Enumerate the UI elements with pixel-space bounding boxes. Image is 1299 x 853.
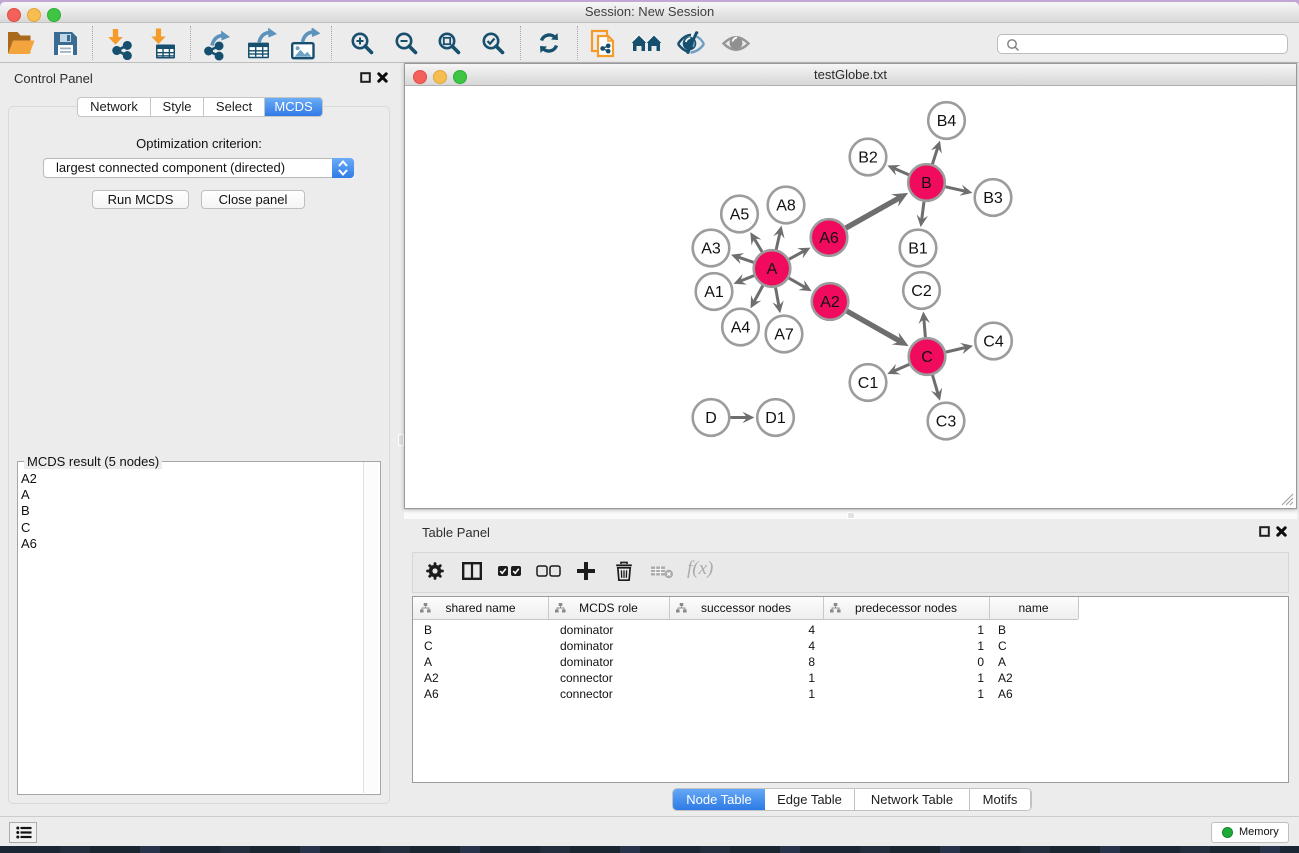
svg-text:C4: C4 bbox=[983, 334, 1004, 351]
svg-text:A4: A4 bbox=[731, 320, 751, 337]
svg-text:A1: A1 bbox=[704, 284, 724, 301]
svg-text:C2: C2 bbox=[911, 283, 932, 300]
svg-text:D1: D1 bbox=[765, 410, 786, 427]
svg-text:A: A bbox=[767, 261, 778, 278]
svg-text:A6: A6 bbox=[819, 230, 839, 247]
svg-text:A3: A3 bbox=[701, 241, 721, 258]
svg-text:B2: B2 bbox=[858, 150, 878, 167]
svg-text:A8: A8 bbox=[776, 198, 796, 215]
svg-text:A2: A2 bbox=[820, 294, 840, 311]
svg-text:B4: B4 bbox=[937, 113, 957, 130]
svg-text:B1: B1 bbox=[908, 241, 928, 258]
svg-text:A5: A5 bbox=[730, 207, 750, 224]
svg-text:C1: C1 bbox=[858, 375, 879, 392]
svg-text:B: B bbox=[921, 175, 932, 192]
svg-text:D: D bbox=[705, 410, 717, 427]
svg-text:B3: B3 bbox=[983, 190, 1003, 207]
svg-text:A7: A7 bbox=[774, 327, 794, 344]
svg-text:C3: C3 bbox=[936, 414, 957, 431]
svg-text:C: C bbox=[921, 349, 933, 366]
